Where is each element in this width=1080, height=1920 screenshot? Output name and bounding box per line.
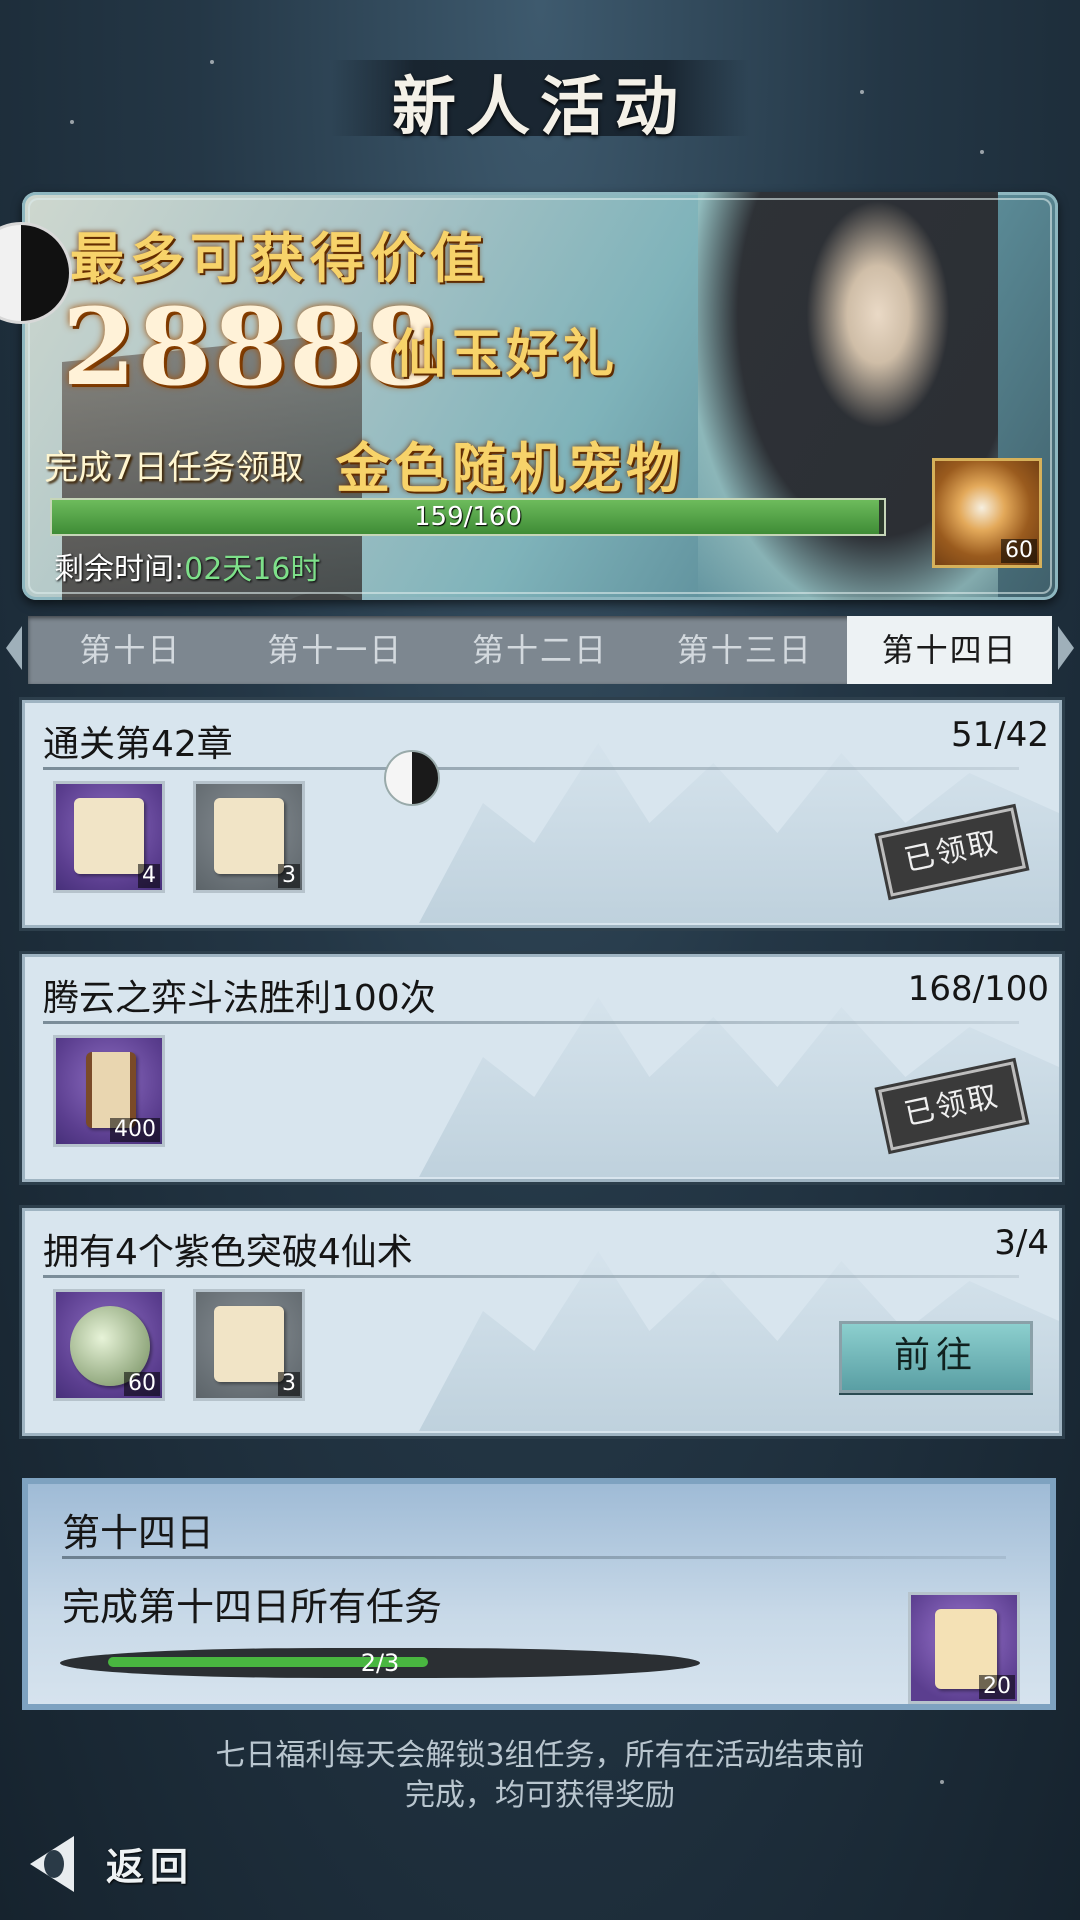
item-quantity: 4: [138, 864, 160, 888]
banner-headline: 最多可获得价值: [70, 226, 490, 290]
spell-scroll-icon[interactable]: 4: [53, 781, 165, 893]
talisman-scroll-icon[interactable]: 20: [908, 1592, 1020, 1704]
day-summary: 第十四日 完成第十四日所有任务 2/3 20: [22, 1478, 1056, 1710]
landscape-fragment-icon[interactable]: 60: [53, 1289, 165, 1401]
banner-amount: 28888: [62, 284, 441, 409]
banner-progress-label: 159/160: [413, 502, 522, 532]
golden-pet-egg-icon[interactable]: 60: [932, 458, 1042, 568]
item-quantity: 60: [124, 1372, 160, 1396]
divider: [43, 767, 1019, 770]
banner-progress-bar: 159/160: [50, 498, 886, 536]
footer-note-line2: 完成，均可获得奖励: [405, 1778, 675, 1813]
paper-scroll-icon[interactable]: 3: [193, 1289, 305, 1401]
summary-title: 第十四日: [62, 1511, 215, 1555]
footer-note-line1: 七日福利每天会解锁3组任务，所有在活动结束前: [215, 1738, 865, 1773]
remaining-time-label: 剩余时间:: [54, 552, 185, 587]
back-label: 返回: [106, 1844, 195, 1889]
item-quantity: 3: [278, 1372, 300, 1396]
task-card: 腾云之弈斗法胜利100次 168/100 400 已领取: [22, 954, 1062, 1182]
page-header: 新人活动: [0, 40, 1080, 150]
banner-gift-label: 仙玉好礼: [394, 324, 619, 385]
paper-scroll-icon[interactable]: 3: [193, 781, 305, 893]
task-progress: 168/100: [907, 969, 1049, 1009]
task-progress: 51/42: [951, 715, 1049, 755]
event-banner: 最多可获得价值 28888 仙玉好礼 完成7日任务领取 金色随机宠物 159/1…: [22, 192, 1058, 600]
task-title: 腾云之弈斗法胜利100次: [43, 978, 436, 1019]
banner-pet-text: 金色随机宠物: [336, 436, 684, 500]
day-tabs: 第十日 第十一日 第十二日 第十三日 第十四日: [28, 616, 1052, 684]
tab-day-14[interactable]: 第十四日: [847, 616, 1052, 684]
summary-progress-bar: 2/3: [60, 1648, 700, 1678]
tab-scroll-left-icon[interactable]: [6, 626, 22, 670]
tab-day-11[interactable]: 第十一日: [233, 616, 438, 684]
summary-description: 完成第十四日所有任务: [62, 1585, 443, 1629]
task-card: 通关第42章 51/42 4 3 已领取: [22, 700, 1062, 928]
item-art: [74, 798, 144, 874]
remaining-time: 剩余时间:02天16时: [54, 544, 320, 588]
footer-note: 七日福利每天会解锁3组任务，所有在活动结束前 完成，均可获得奖励: [0, 1736, 1080, 1816]
tab-day-13[interactable]: 第十三日: [642, 616, 847, 684]
remaining-time-value: 02天16时: [184, 552, 321, 587]
page-title: 新人活动: [392, 70, 688, 145]
snow-dot: [980, 150, 984, 154]
go-button[interactable]: 前往: [839, 1321, 1033, 1393]
back-button[interactable]: 返回: [30, 1828, 220, 1900]
divider: [62, 1556, 1006, 1559]
back-arrow-icon: [30, 1836, 74, 1892]
task-title: 通关第42章: [43, 724, 233, 765]
claimed-stamp: 已领取: [878, 1061, 1026, 1151]
taiji-icon: [384, 750, 440, 806]
item-quantity: 3: [278, 864, 300, 888]
item-art: [214, 1306, 284, 1382]
tab-day-12[interactable]: 第十二日: [438, 616, 643, 684]
claimed-stamp: 已领取: [878, 807, 1026, 897]
item-quantity: 400: [110, 1118, 160, 1142]
rolled-scroll-icon[interactable]: 400: [53, 1035, 165, 1147]
task-card: 拥有4个紫色突破4仙术 3/4 60 3 前往: [22, 1208, 1062, 1436]
tab-scroll-right-icon[interactable]: [1058, 626, 1074, 670]
tab-day-10[interactable]: 第十日: [28, 616, 233, 684]
task-progress: 3/4: [994, 1223, 1049, 1263]
banner-task-text: 完成7日任务领取: [44, 448, 304, 488]
summary-progress-label: 2/3: [360, 1649, 400, 1677]
divider: [43, 1275, 1019, 1278]
item-quantity: 20: [979, 1675, 1015, 1699]
item-art: [214, 798, 284, 874]
task-title: 拥有4个紫色突破4仙术: [43, 1232, 413, 1273]
reward-quantity: 60: [1001, 539, 1037, 563]
divider: [43, 1021, 1019, 1024]
